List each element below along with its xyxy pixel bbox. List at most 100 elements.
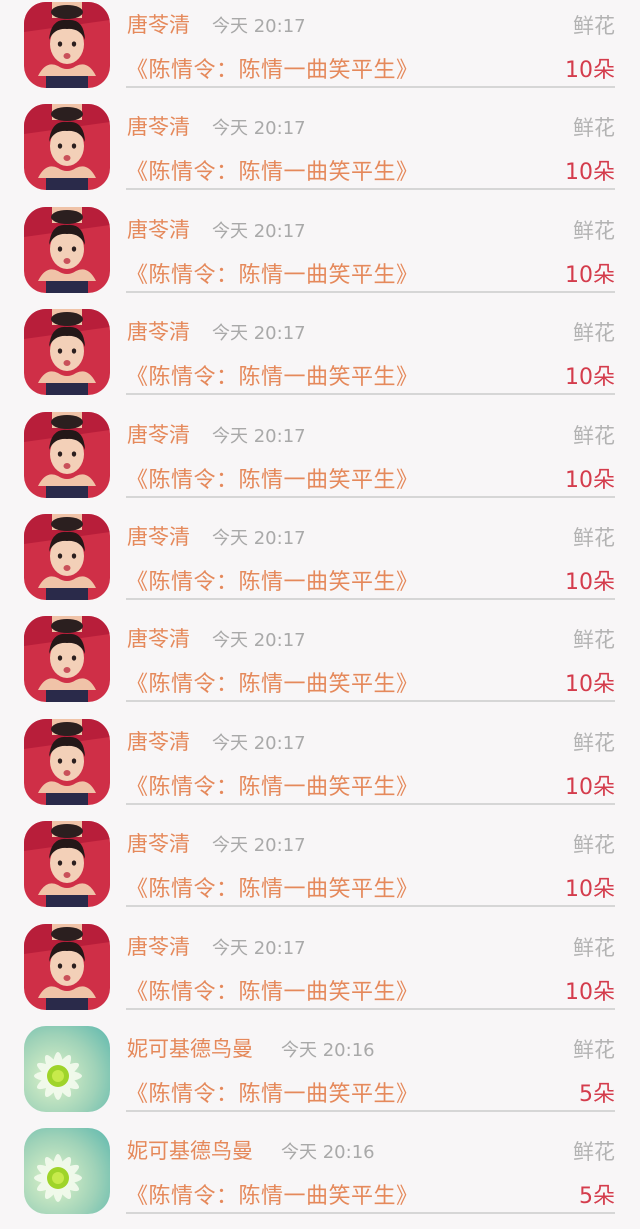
user-avatar[interactable] — [24, 923, 110, 1010]
portrait-avatar-image — [24, 718, 110, 805]
username[interactable]: 唐苓清 — [127, 316, 190, 346]
gift-amount: 5朵 — [579, 1184, 615, 1210]
user-avatar[interactable] — [24, 309, 110, 396]
gift-record-row[interactable]: 唐苓清 今天 20:17 鲜花 《陈情令：陈情一曲笑平生》 10朵 — [0, 512, 640, 614]
row-divider — [126, 598, 615, 600]
portrait-avatar-image — [24, 616, 110, 703]
timestamp: 今天 20:17 — [212, 937, 306, 959]
work-title[interactable]: 《陈情令：陈情一曲笑平生》 — [126, 52, 419, 84]
gift-record-row[interactable]: 唐苓清 今天 20:17 鲜花 《陈情令：陈情一曲笑平生》 10朵 — [0, 717, 640, 819]
flower-avatar-image — [24, 1026, 110, 1112]
work-title[interactable]: 《陈情令：陈情一曲笑平生》 — [126, 666, 419, 698]
row-divider — [126, 700, 615, 703]
portrait-avatar-image — [24, 2, 110, 88]
gift-amount: 10朵 — [565, 160, 615, 186]
username[interactable]: 妮可基德鸟曼 — [127, 1033, 253, 1063]
portrait-avatar-image — [24, 206, 110, 293]
gift-record-row[interactable]: 妮可基德鸟曼 今天 20:16 鲜花 《陈情令：陈情一曲笑平生》 5朵 — [0, 1024, 640, 1126]
row-divider — [126, 188, 615, 191]
gift-amount: 10朵 — [565, 672, 615, 698]
username[interactable]: 唐苓清 — [127, 419, 190, 449]
user-avatar[interactable] — [24, 1128, 110, 1215]
timestamp: 今天 20:17 — [212, 528, 306, 549]
user-avatar[interactable] — [24, 206, 110, 293]
row-divider — [126, 1110, 615, 1112]
username[interactable]: 唐苓清 — [127, 521, 190, 551]
gift-type: 鲜花 — [573, 116, 615, 141]
work-title[interactable]: 《陈情令：陈情一曲笑平生》 — [126, 154, 419, 186]
gift-record-row[interactable]: 唐苓清 今天 20:17 鲜花 《陈情令：陈情一曲笑平生》 10朵 — [0, 0, 640, 102]
row-divider — [126, 290, 615, 293]
username[interactable]: 唐苓清 — [127, 828, 190, 858]
gift-record-row[interactable]: 唐苓清 今天 20:17 鲜花 《陈情令：陈情一曲笑平生》 10朵 — [0, 922, 640, 1024]
gift-amount: 10朵 — [565, 467, 615, 493]
work-title[interactable]: 《陈情令：陈情一曲笑平生》 — [126, 359, 419, 391]
work-title[interactable]: 《陈情令：陈情一曲笑平生》 — [126, 1076, 419, 1108]
portrait-avatar-image — [24, 104, 110, 191]
username[interactable]: 唐苓清 — [127, 9, 190, 39]
row-divider — [126, 905, 615, 908]
user-avatar[interactable] — [24, 1026, 110, 1112]
gift-type: 鲜花 — [573, 14, 615, 38]
portrait-avatar-image — [24, 411, 110, 498]
gift-type: 鲜花 — [573, 218, 615, 243]
username[interactable]: 唐苓清 — [127, 726, 190, 756]
gift-record-list[interactable]: 唐苓清 今天 20:17 鲜花 《陈情令：陈情一曲笑平生》 10朵 唐苓清 今天… — [0, 0, 640, 1215]
user-avatar[interactable] — [24, 616, 110, 703]
timestamp: 今天 20:17 — [212, 425, 306, 447]
gift-record-row[interactable]: 唐苓清 今天 20:17 鲜花 《陈情令：陈情一曲笑平生》 10朵 — [0, 102, 640, 204]
row-divider — [126, 495, 615, 498]
gift-amount: 5朵 — [579, 1082, 615, 1107]
work-title[interactable]: 《陈情令：陈情一曲笑平生》 — [126, 769, 419, 801]
gift-type: 鲜花 — [573, 526, 615, 550]
portrait-avatar-image — [24, 514, 110, 600]
work-title[interactable]: 《陈情令：陈情一曲笑平生》 — [126, 462, 419, 494]
row-divider — [126, 86, 615, 88]
gift-amount: 10朵 — [565, 877, 615, 903]
timestamp: 今天 20:17 — [212, 835, 306, 857]
user-avatar[interactable] — [24, 514, 110, 600]
gift-type: 鲜花 — [573, 1038, 615, 1062]
user-avatar[interactable] — [24, 411, 110, 498]
gift-type: 鲜花 — [573, 1140, 615, 1165]
timestamp: 今天 20:17 — [212, 118, 306, 140]
user-avatar[interactable] — [24, 104, 110, 191]
username[interactable]: 唐苓清 — [127, 623, 190, 653]
username[interactable]: 唐苓清 — [127, 214, 190, 244]
row-divider — [126, 393, 615, 396]
user-avatar[interactable] — [24, 821, 110, 908]
gift-record-row[interactable]: 唐苓清 今天 20:17 鲜花 《陈情令：陈情一曲笑平生》 10朵 — [0, 410, 640, 512]
work-title[interactable]: 《陈情令：陈情一曲笑平生》 — [126, 1178, 419, 1210]
gift-record-row[interactable]: 唐苓清 今天 20:17 鲜花 《陈情令：陈情一曲笑平生》 10朵 — [0, 614, 640, 716]
gift-type: 鲜花 — [573, 935, 615, 960]
timestamp: 今天 20:17 — [212, 630, 306, 652]
work-title[interactable]: 《陈情令：陈情一曲笑平生》 — [126, 257, 419, 289]
gift-amount: 10朵 — [565, 365, 615, 391]
gift-record-row[interactable]: 妮可基德鸟曼 今天 20:16 鲜花 《陈情令：陈情一曲笑平生》 5朵 — [0, 1126, 640, 1228]
work-title[interactable]: 《陈情令：陈情一曲笑平生》 — [126, 564, 419, 596]
gift-record-row[interactable]: 唐苓清 今天 20:17 鲜花 《陈情令：陈情一曲笑平生》 10朵 — [0, 205, 640, 307]
user-avatar[interactable] — [24, 2, 110, 88]
gift-amount: 10朵 — [565, 262, 615, 288]
timestamp: 今天 20:17 — [212, 16, 306, 37]
username[interactable]: 唐苓清 — [127, 931, 190, 961]
username[interactable]: 唐苓清 — [127, 111, 190, 141]
user-avatar[interactable] — [24, 718, 110, 805]
timestamp: 今天 20:17 — [212, 323, 306, 345]
portrait-avatar-image — [24, 309, 110, 396]
gift-type: 鲜花 — [573, 833, 615, 858]
gift-amount: 10朵 — [565, 570, 615, 595]
gift-amount: 10朵 — [565, 774, 615, 800]
work-title[interactable]: 《陈情令：陈情一曲笑平生》 — [126, 871, 419, 903]
row-divider — [126, 1007, 615, 1010]
row-divider — [126, 1212, 615, 1215]
row-divider — [126, 802, 615, 805]
timestamp: 今天 20:16 — [281, 1142, 375, 1164]
username[interactable]: 妮可基德鸟曼 — [127, 1135, 253, 1165]
gift-record-row[interactable]: 唐苓清 今天 20:17 鲜花 《陈情令：陈情一曲笑平生》 10朵 — [0, 307, 640, 409]
gift-record-row[interactable]: 唐苓清 今天 20:17 鲜花 《陈情令：陈情一曲笑平生》 10朵 — [0, 819, 640, 921]
gift-type: 鲜花 — [573, 628, 615, 653]
work-title[interactable]: 《陈情令：陈情一曲笑平生》 — [126, 974, 419, 1006]
timestamp: 今天 20:16 — [281, 1040, 375, 1061]
timestamp: 今天 20:17 — [212, 220, 306, 242]
